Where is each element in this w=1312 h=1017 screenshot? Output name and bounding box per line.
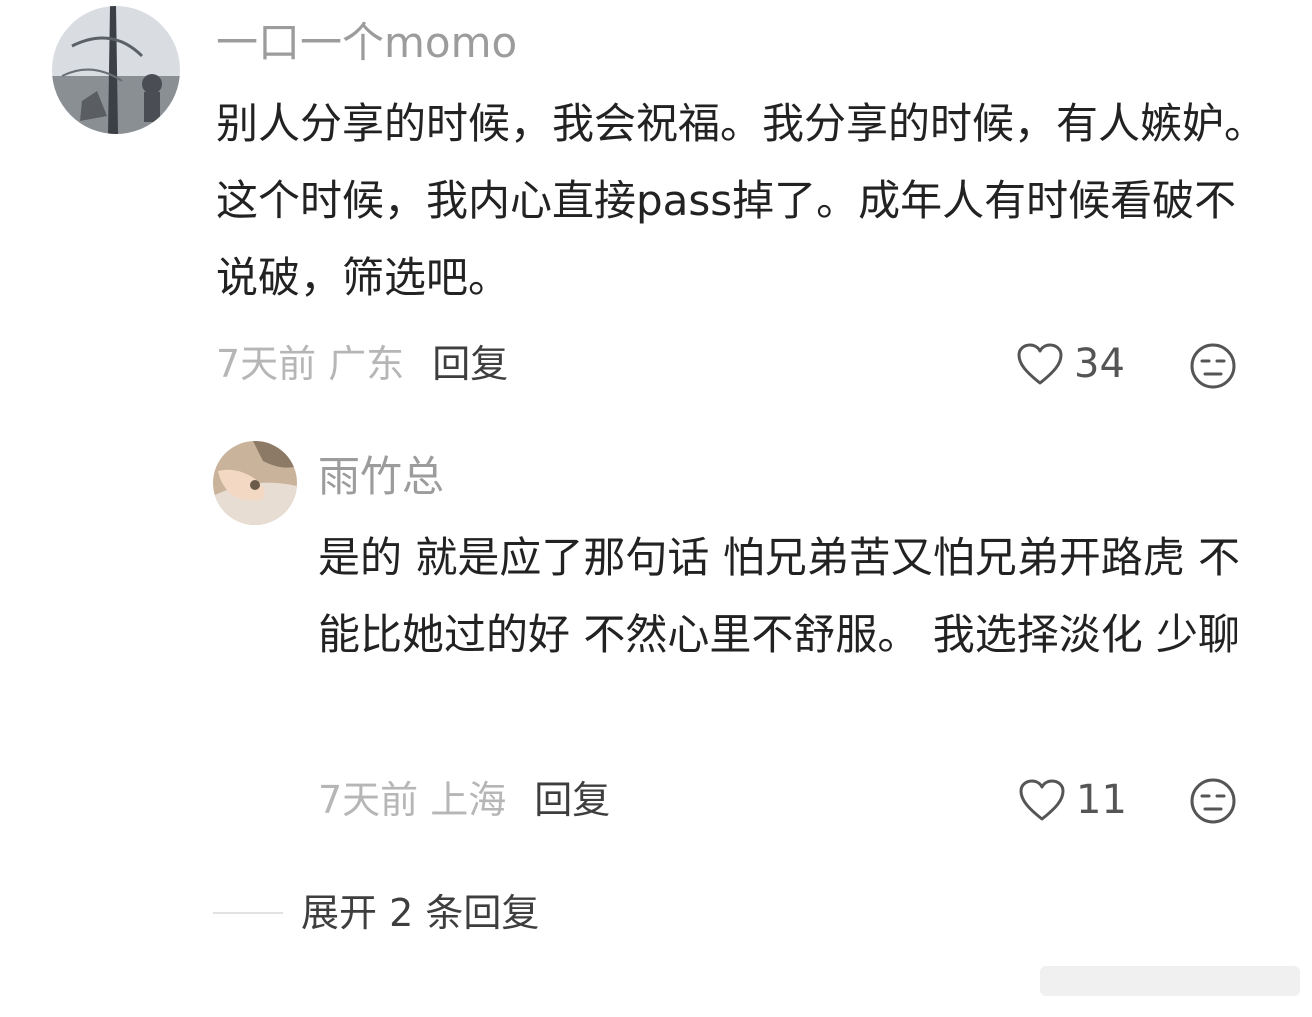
comment-username[interactable]: 一口一个momo <box>216 22 517 64</box>
like-button[interactable]: 11 <box>1018 778 1127 822</box>
reply-button[interactable]: 回复 <box>432 342 508 386</box>
avatar-image-icon <box>213 441 297 525</box>
watermark-icon <box>1040 966 1300 996</box>
like-count: 34 <box>1074 341 1125 387</box>
comment-content: 是的 就是应了那句话 怕兄弟苦又怕兄弟开路虎 不能比她过的好 不然心里不舒服。 … <box>318 533 1241 659</box>
avatar[interactable] <box>52 6 180 134</box>
divider-line <box>213 912 283 914</box>
avatar-image-icon <box>52 6 180 134</box>
comment-meta: 7天前 上海 回复 <box>318 781 610 819</box>
avatar[interactable] <box>213 441 297 525</box>
heart-outline-icon <box>1017 343 1063 385</box>
expand-replies-label: 展开 2 条回复 <box>301 891 540 935</box>
unamused-face-icon[interactable] <box>1189 342 1237 390</box>
expand-replies-button[interactable]: 展开 2 条回复 <box>213 894 539 932</box>
like-count: 11 <box>1076 777 1127 823</box>
comment-time-location: 7天前 上海 <box>318 778 507 822</box>
comment-meta: 7天前 广东 回复 <box>216 345 508 383</box>
comment-content: 别人分享的时候，我会祝福。我分享的时候，有人嫉妒。这个时候，我内心直接pass掉… <box>216 99 1267 302</box>
unamused-face-icon[interactable] <box>1189 777 1237 825</box>
like-button[interactable]: 34 <box>1016 342 1125 386</box>
reply-button[interactable]: 回复 <box>534 778 610 822</box>
heart-outline-icon <box>1019 779 1065 821</box>
comment-time-location: 7天前 广东 <box>216 342 405 386</box>
comment-username[interactable]: 雨竹总 <box>318 456 444 498</box>
